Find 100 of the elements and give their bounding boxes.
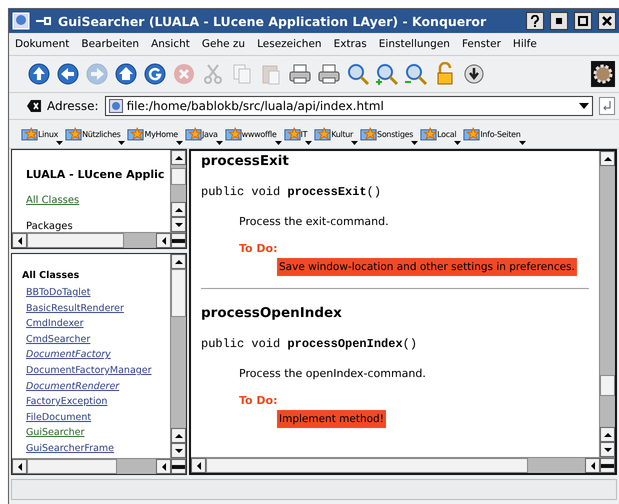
scroll-up-button[interactable] [171,202,186,217]
class-link[interactable]: CmdIndexer [26,316,170,332]
printer-icon[interactable] [317,62,341,86]
scrollbar-thumb[interactable] [171,269,186,317]
pin-icon[interactable] [36,16,52,26]
scroll-right-button[interactable] [600,458,615,473]
menu-item[interactable]: Extras [334,38,367,50]
address-field[interactable]: file:/home/bablokb/src/luala/api/index.html [104,96,593,116]
method-heading: processExit [201,153,290,169]
home-icon[interactable] [114,62,138,86]
bookmark-folder[interactable]: Local [420,127,462,141]
scroll-left-button[interactable] [191,458,206,473]
scroll-up-button[interactable] [171,150,186,165]
star-folder-icon [420,127,438,141]
scroll-down-button[interactable] [171,443,186,458]
scroll-left-button[interactable] [12,233,27,248]
caret-icon [176,141,183,145]
horizontal-scrollbar[interactable] [191,457,615,473]
class-link[interactable]: CmdSearcher [26,332,170,348]
scroll-left-button[interactable] [585,458,600,473]
minimize-icon [556,18,562,24]
printer-icon[interactable] [288,62,312,86]
gear-icon[interactable] [591,61,615,87]
page-icon [108,99,123,113]
todo-label: To Do: [239,242,279,255]
scrollbar-thumb[interactable] [27,233,124,248]
clear-field-icon[interactable] [27,100,41,112]
scroll-down-button[interactable] [600,442,615,457]
horizontal-scrollbar[interactable] [12,458,186,474]
class-link[interactable]: DocumentRenderer [26,378,170,394]
class-link[interactable]: BasicResultRenderer [26,300,170,316]
caret-icon [56,141,64,145]
scroll-up-button[interactable] [600,427,615,442]
bookmark-folder[interactable]: Linux [21,127,64,141]
reload-icon[interactable] [143,62,167,86]
todo-label: To Do: [239,394,279,407]
method-signature: public void processOpenIndex() [201,337,418,351]
class-link[interactable]: GuiSearcherFrame [26,440,170,457]
class-link[interactable]: DocumentFactoryManager [26,362,170,379]
scrollbar-thumb[interactable] [206,458,528,473]
bookmark-folder[interactable]: Nützliches [65,127,126,141]
scrollbar-thumb[interactable] [171,168,186,185]
scroll-down-button[interactable] [171,217,186,232]
menu-item[interactable]: Einstellungen [378,38,450,50]
menu-item[interactable]: Lesezeichen [257,38,322,50]
vertical-scrollbar[interactable] [170,254,186,458]
scroll-left-button[interactable] [156,233,171,248]
caret-icon [518,141,526,145]
menu-item[interactable]: Gehe zu [202,38,246,50]
star-folder-icon [184,127,202,141]
menu-item[interactable]: Ansicht [151,38,190,50]
bookmark-label: Nützliches [82,130,120,138]
class-link[interactable]: GuiSearcher [26,425,170,441]
scrollbar-thumb[interactable] [27,459,118,474]
minimize-button[interactable] [550,12,568,30]
bookmark-folder[interactable]: Kultur [314,127,358,141]
vertical-scrollbar[interactable] [170,150,186,232]
star-folder-icon [314,127,332,141]
zoom-out-icon[interactable] [404,62,428,86]
bookmark-folder[interactable]: Java [184,127,223,141]
menu-item[interactable]: Bearbeiten [81,38,140,50]
bookmark-folder[interactable]: wwwoffle [224,127,282,141]
class-link[interactable]: DocumentFactory [26,347,170,363]
horizontal-scrollbar[interactable] [12,232,186,248]
menu-item[interactable]: Hilfe [512,38,537,50]
zoom-in-icon[interactable] [375,62,399,86]
close-icon [602,16,612,26]
scroll-right-button[interactable] [171,459,186,474]
scroll-left-button[interactable] [12,459,27,474]
bookmark-label: Local [437,130,456,138]
bookmark-folder[interactable]: Info-Seiten [463,127,526,141]
scroll-left-button[interactable] [156,459,171,474]
scroll-right-button[interactable] [171,233,186,248]
star-folder-icon [284,127,301,141]
scroll-up-button[interactable] [171,254,186,269]
all-classes-link[interactable]: All Classes [26,195,80,206]
enter-icon[interactable] [599,97,615,115]
bookmark-folder[interactable]: IT [284,127,312,141]
vertical-scrollbar[interactable] [599,151,615,457]
maximize-button[interactable] [574,12,592,30]
back-icon[interactable] [56,62,80,86]
close-button[interactable] [598,12,616,30]
magnifier-icon[interactable] [346,62,370,86]
class-link[interactable]: FileDocument [26,410,170,426]
help-button[interactable] [526,12,544,30]
class-link[interactable]: FactoryException [26,394,170,410]
menu-item[interactable]: Fenster [462,38,501,50]
class-link[interactable]: BBToDoTaglet [26,285,170,301]
maximize-icon [578,16,588,26]
bookmark-label: MyHome [144,130,178,138]
caret-icon [216,141,223,145]
bookmark-folder[interactable]: MyHome [127,127,183,141]
app-icon[interactable] [12,12,30,30]
menu-item[interactable]: Dokument [15,38,70,50]
scroll-up-button[interactable] [600,151,615,166]
method-signature: public void processExit() [201,185,382,199]
scrollbar-thumb[interactable] [600,374,615,396]
bookmark-folder[interactable]: Sonstiges [360,127,418,141]
scroll-up-button[interactable] [171,428,186,443]
dropdown-caret-icon[interactable] [579,103,589,109]
